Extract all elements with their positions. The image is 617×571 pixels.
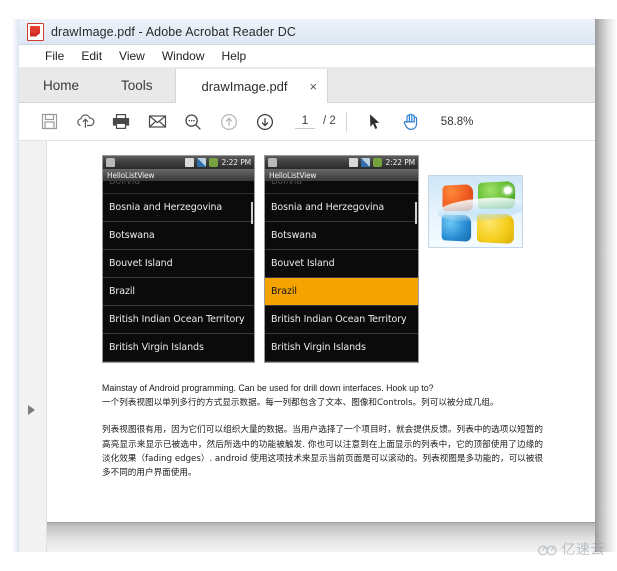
- acrobat-pdf-icon: [27, 22, 44, 41]
- menu-item-file[interactable]: File: [45, 49, 64, 63]
- list-item: Bolivia: [265, 181, 418, 194]
- android-robot-icon: [106, 158, 115, 167]
- sd-card-icon: [185, 158, 195, 167]
- battery-icon: [209, 158, 219, 167]
- tab-strip: Home Tools drawImage.pdf ×: [19, 68, 595, 103]
- pdf-page-1: 2:22 PM HelloListView Bolivia Bosnia and…: [47, 141, 595, 494]
- previous-page-icon[interactable]: [211, 107, 247, 137]
- list-item-selected: Brazil: [265, 278, 418, 306]
- watermark: 亿速云: [537, 539, 606, 559]
- scroll-indicator: [251, 202, 253, 224]
- status-clock: 2:22 PM: [385, 158, 415, 167]
- scroll-indicator: [415, 202, 417, 224]
- page-total-label: / 2: [323, 114, 336, 127]
- upload-cloud-icon[interactable]: [67, 107, 103, 137]
- list-item: Botswana: [265, 222, 418, 250]
- menu-item-view[interactable]: View: [119, 49, 145, 63]
- page-number-control[interactable]: 1 / 2: [295, 115, 336, 129]
- navigation-sidebar: [19, 141, 47, 552]
- list-item: Bouvet Island: [103, 250, 254, 278]
- expand-arrow-icon[interactable]: [28, 405, 35, 415]
- cloud-icon: [537, 545, 557, 555]
- list-item: British Indian Ocean Territory: [265, 306, 418, 334]
- android-app-title: HelloListView: [107, 170, 155, 180]
- close-icon[interactable]: ×: [310, 80, 318, 93]
- page-separator: [47, 522, 595, 552]
- select-tool-icon[interactable]: [357, 107, 393, 137]
- next-page-icon[interactable]: [247, 107, 283, 137]
- status-bar-left-icons: [268, 158, 277, 167]
- country-list: Bolivia Bosnia and Herzegovina Botswana …: [265, 181, 418, 362]
- zoom-icon[interactable]: [175, 107, 211, 137]
- menu-item-help[interactable]: Help: [222, 49, 247, 63]
- hand-tool-icon[interactable]: [393, 107, 429, 137]
- toolbar: 1 / 2 58.8%: [19, 103, 595, 141]
- android-robot-icon: [268, 158, 277, 167]
- status-clock: 2:22 PM: [221, 158, 251, 167]
- signal-icon: [361, 158, 371, 167]
- document-scroll-area[interactable]: 2:22 PM HelloListView Bolivia Bosnia and…: [47, 141, 595, 552]
- list-item: British Virgin Islands: [265, 334, 418, 362]
- list-item: Bosnia and Herzegovina: [103, 194, 254, 222]
- list-item: British Indian Ocean Territory: [103, 306, 254, 334]
- list-item: Brazil: [103, 278, 254, 306]
- android-app-title-bar: HelloListView: [265, 169, 418, 181]
- screenshots-row: 2:22 PM HelloListView Bolivia Bosnia and…: [102, 155, 573, 363]
- title-bar: drawImage.pdf - Adobe Acrobat Reader DC: [19, 19, 595, 45]
- list-item: Bolivia: [103, 181, 254, 194]
- tab-home[interactable]: Home: [19, 68, 99, 102]
- list-item: Bosnia and Herzegovina: [265, 194, 418, 222]
- window-title: drawImage.pdf - Adobe Acrobat Reader DC: [51, 24, 297, 39]
- status-bar-right-icons: 2:22 PM: [185, 158, 251, 167]
- menu-item-edit[interactable]: Edit: [81, 49, 102, 63]
- list-item: Bouvet Island: [265, 250, 418, 278]
- viewer-area: 2:22 PM HelloListView Bolivia Bosnia and…: [19, 141, 595, 552]
- windows-logo-image: [428, 175, 523, 248]
- email-icon[interactable]: [139, 107, 175, 137]
- window-right-edge: [595, 19, 617, 552]
- pdf-text-block: Mainstay of Android programming. Can be …: [102, 381, 573, 480]
- signal-icon: [197, 158, 207, 167]
- list-item: Botswana: [103, 222, 254, 250]
- paragraph-english-text: Mainstay of Android programming. Can be …: [102, 383, 434, 393]
- battery-icon: [373, 158, 383, 167]
- menu-item-window[interactable]: Window: [162, 49, 205, 63]
- paragraph-english: Mainstay of Android programming. Can be …: [102, 381, 543, 410]
- sd-card-icon: [349, 158, 359, 167]
- menu-bar: File Edit View Window Help: [19, 45, 595, 68]
- print-icon[interactable]: [103, 107, 139, 137]
- android-status-bar: 2:22 PM: [103, 156, 254, 169]
- watermark-text: 亿速云: [561, 542, 605, 558]
- status-bar-left-icons: [106, 158, 115, 167]
- zoom-level-label[interactable]: 58.8%: [441, 116, 474, 128]
- android-app-title-bar: HelloListView: [103, 169, 254, 181]
- tab-document[interactable]: drawImage.pdf ×: [174, 69, 329, 103]
- tab-tools[interactable]: Tools: [99, 68, 175, 102]
- paragraph-chinese-2: 列表视图很有用，因为它们可以组织大量的数据。当用户选择了一个项目时，就会提供反馈…: [102, 425, 543, 479]
- android-screenshot-unselected: 2:22 PM HelloListView Bolivia Bosnia and…: [102, 155, 255, 363]
- paragraph-chinese-1: 一个列表视图以单列多行的方式显示数据。每一列都包含了文本、图像和Controls…: [102, 398, 499, 409]
- acrobat-reader-window: drawImage.pdf - Adobe Acrobat Reader DC …: [19, 19, 595, 552]
- list-item: British Virgin Islands: [103, 334, 254, 362]
- android-screenshot-selected: 2:22 PM HelloListView Bolivia Bosnia and…: [264, 155, 419, 363]
- tab-document-label: drawImage.pdf: [201, 78, 288, 94]
- save-icon[interactable]: [31, 107, 67, 137]
- android-status-bar: 2:22 PM: [265, 156, 418, 169]
- windows-flag-glyph: [436, 180, 522, 245]
- status-bar-right-icons: 2:22 PM: [349, 158, 415, 167]
- android-app-title: HelloListView: [269, 170, 317, 180]
- country-list: Bolivia Bosnia and Herzegovina Botswana …: [103, 181, 254, 362]
- page-number-input[interactable]: 1: [295, 115, 315, 129]
- toolbar-divider: [345, 111, 347, 132]
